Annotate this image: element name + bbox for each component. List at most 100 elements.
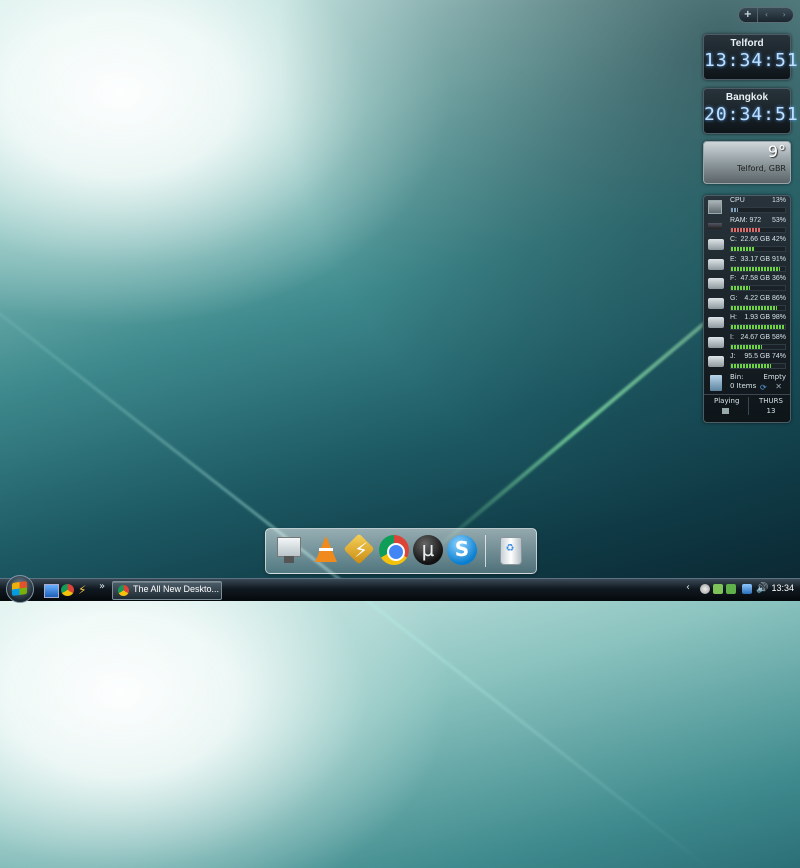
media-status: Playing	[714, 396, 740, 405]
ram-row: RAM: 972 53%	[704, 216, 790, 236]
weather-gadget[interactable]: 9° Telford, GBR	[703, 141, 791, 184]
refresh-icon[interactable]: ⟳	[760, 383, 767, 392]
weather-temperature: 9°	[767, 142, 786, 161]
bin-label: Bin:	[730, 372, 744, 381]
drive-bar-fill	[731, 325, 784, 329]
drive-row: H: 1.93 GB 98%	[704, 313, 790, 333]
drive-bar	[730, 285, 786, 291]
drive-bar	[730, 265, 786, 272]
clock-time: 13:34:51	[704, 50, 799, 71]
drive-letter: J:	[730, 353, 736, 360]
vlc-icon[interactable]	[310, 534, 342, 566]
volume-icon[interactable]: 🔊	[756, 584, 768, 594]
drive-letter: F:	[730, 275, 737, 282]
tray-network-icon[interactable]	[713, 584, 723, 594]
drive-row: C: 22.66 GB 42%	[704, 235, 790, 255]
dock-separator	[485, 535, 486, 567]
drive-row: I: 24.67 GB 58%	[704, 333, 790, 353]
show-desktop-icon[interactable]	[44, 584, 59, 598]
stop-icon[interactable]	[722, 407, 729, 414]
drive-row: E: 33.17 GB 91%	[704, 255, 790, 275]
tray-people-icon[interactable]	[726, 584, 736, 594]
utorrent-icon[interactable]: µ	[412, 534, 444, 566]
taskbar-window-title: The All New Deskto...	[133, 584, 219, 594]
start-button[interactable]	[6, 575, 34, 603]
drive-icon	[708, 356, 724, 367]
recycle-bin-row[interactable]: Bin: 0 Items Empty ⟳ ✕	[704, 372, 790, 394]
tray-monitor-icon[interactable]	[742, 584, 752, 594]
taskbar-window-button[interactable]: The All New Deskto...	[112, 581, 222, 600]
add-gadget-button[interactable]: +	[739, 8, 758, 22]
date-number: 13	[766, 406, 776, 415]
tray-expand-button[interactable]: ‹	[686, 582, 690, 593]
cpu-row: CPU 13%	[704, 196, 790, 216]
bin-items: 0 Items	[730, 381, 757, 390]
next-page-button[interactable]: ›	[775, 8, 793, 22]
drive-icon	[708, 317, 724, 328]
date-day: THURS	[759, 396, 783, 405]
drive-bar-fill	[731, 286, 751, 290]
clock-gadget-telford[interactable]: Telford 13:34:51	[703, 34, 799, 80]
drive-bar	[730, 324, 786, 330]
drive-value: 24.67 GB 58%	[740, 333, 786, 341]
drive-value: 1.93 GB 98%	[744, 314, 786, 321]
chrome-icon[interactable]	[378, 534, 410, 566]
drive-bar	[730, 246, 786, 252]
winamp-quicklaunch-icon[interactable]: ⚡	[78, 584, 91, 596]
empty-bin-icon[interactable]: ✕	[775, 382, 782, 391]
cpu-value: 13%	[771, 197, 786, 204]
drive-value: 33.17 GB 91%	[740, 255, 786, 263]
drive-bar-fill	[731, 364, 771, 368]
windows-logo-icon	[12, 580, 27, 597]
drive-letter: E:	[730, 255, 737, 263]
drive-bar-fill	[731, 344, 763, 349]
chrome-icon	[118, 585, 129, 596]
cpu-bar	[730, 207, 786, 213]
bin-status: Empty	[763, 372, 786, 381]
drive-bar-fill	[731, 266, 781, 271]
dock: ⚡ µ S ♻	[265, 528, 537, 574]
clock-city: Telford	[730, 38, 764, 49]
drive-icon	[708, 258, 724, 270]
recycle-bin-icon	[710, 374, 722, 391]
drive-icon	[708, 336, 724, 348]
cpu-label: CPU	[730, 197, 745, 204]
cpu-icon	[708, 200, 722, 214]
ram-bar	[730, 226, 786, 233]
drive-bar-fill	[731, 305, 778, 310]
drive-letter: H:	[730, 314, 737, 321]
media-date-row: Playing THURS 13	[704, 393, 790, 417]
cpu-bar-fill	[731, 208, 739, 212]
quicklaunch-more-button[interactable]: »	[99, 581, 105, 592]
drive-row: J: 95.5 GB 74%	[704, 352, 790, 372]
system-monitor-gadget[interactable]: CPU 13% RAM: 972 53% C: 22.66 GB 42% E: …	[703, 195, 791, 423]
clock-gadget-bangkok[interactable]: Bangkok 20:34:51	[703, 88, 799, 134]
prev-page-button[interactable]: ‹	[758, 8, 776, 22]
drive-icon	[708, 278, 724, 289]
drive-letter: C:	[730, 236, 737, 243]
computer-icon[interactable]	[274, 534, 306, 566]
skype-icon[interactable]: S	[446, 534, 478, 566]
system-tray: ‹ 🔊 13:34	[686, 581, 798, 598]
tray-clock[interactable]: 13:34	[771, 583, 794, 627]
ram-value: 53%	[771, 216, 786, 224]
drive-icon	[708, 297, 724, 309]
drive-value: 4.22 GB 86%	[744, 294, 786, 302]
drive-icon	[708, 239, 724, 250]
drive-bar-fill	[731, 247, 754, 251]
recycle-bin-icon[interactable]: ♻	[494, 534, 526, 566]
weather-location: Telford, GBR	[737, 164, 786, 173]
tray-app-icon[interactable]	[700, 584, 710, 594]
winamp-icon[interactable]: ⚡	[343, 533, 376, 566]
divider	[748, 396, 749, 415]
clock-time: 20:34:51	[704, 104, 799, 125]
drive-bar	[730, 363, 786, 369]
drive-value: 47.58 GB 36%	[740, 275, 786, 282]
drive-letter: G:	[730, 294, 738, 302]
drive-row: G: 4.22 GB 86%	[704, 294, 790, 314]
ram-icon	[708, 222, 722, 229]
drive-value: 22.66 GB 42%	[740, 236, 786, 243]
clock-city: Bangkok	[725, 92, 769, 103]
drive-bar	[730, 304, 786, 311]
chrome-quicklaunch-icon[interactable]	[61, 584, 74, 596]
